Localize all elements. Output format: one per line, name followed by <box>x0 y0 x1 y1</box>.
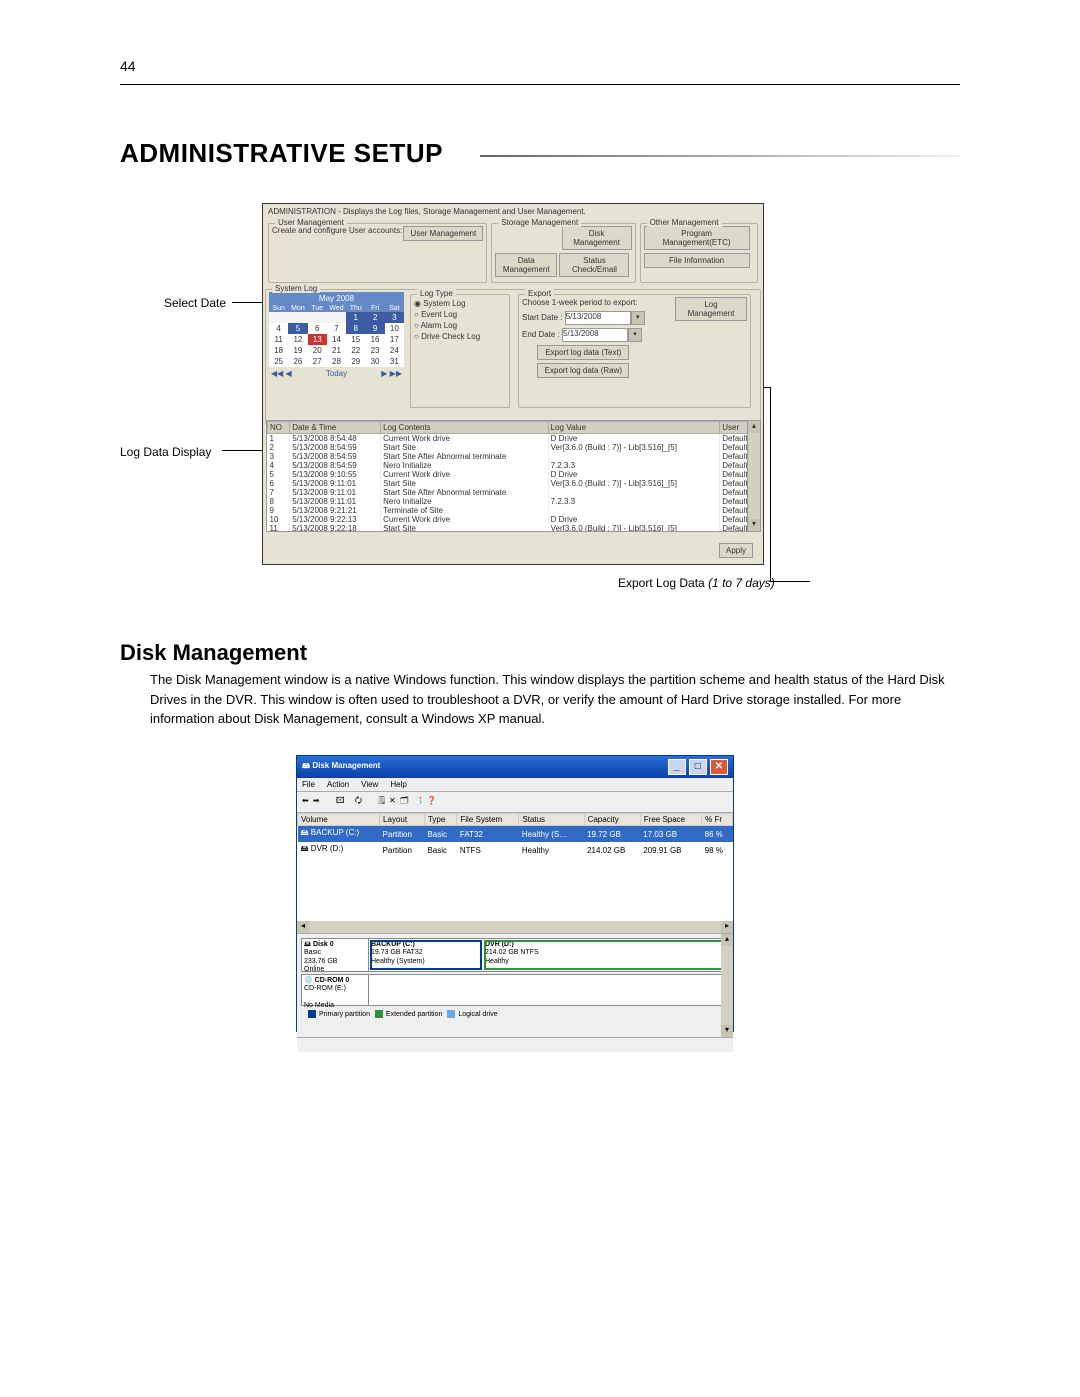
calendar-month: May 2008 <box>269 292 404 305</box>
disk-label: 🖴 Disk 0Basic233.76 GBOnline <box>302 939 369 971</box>
radio-event-log[interactable]: ○ Event Log <box>414 310 506 319</box>
menu-help[interactable]: Help <box>390 780 406 789</box>
log-table: NODate & TimeLog ContentsLog ValueUser15… <box>266 420 761 532</box>
radio-drive-check-log[interactable]: ○ Drive Check Log <box>414 332 506 341</box>
help-icon[interactable]: ❓ <box>427 796 441 805</box>
disk-management-window: 🖴 Disk Management _ □ ✕ File Action View He… <box>296 755 734 1032</box>
minimize-icon[interactable]: _ <box>668 759 686 775</box>
cal-prev-icon[interactable]: ◀◀ ◀ <box>271 369 292 378</box>
menu-view[interactable]: View <box>361 780 378 789</box>
scroll-left-icon[interactable]: ◂ <box>297 921 309 933</box>
scroll-up-icon[interactable]: ▴ <box>721 934 733 946</box>
window-icon: 🖴 <box>302 761 310 770</box>
annotation-log-display: Log Data Display <box>120 445 211 459</box>
scroll-right-icon[interactable]: ▸ <box>721 921 733 933</box>
data-management-button[interactable]: Data Management <box>495 253 557 277</box>
section-heading: ADMINISTRATIVE SETUP <box>120 138 443 169</box>
export-raw-button[interactable]: Export log data (Raw) <box>537 363 629 378</box>
scroll-up-icon[interactable]: ▴ <box>748 421 760 433</box>
cdrom-label: 💿 CD-ROM 0CD-ROM (E:)No Media <box>302 975 369 1005</box>
program-management-button[interactable]: Program Management(ETC) <box>644 226 750 250</box>
scrollbar[interactable]: ▴ ▾ <box>721 934 733 1037</box>
user-mgmt-label: Create and configure User accounts: <box>272 226 402 235</box>
cdrom-empty <box>369 975 728 1005</box>
partition-d[interactable]: DVR (D:)214.02 GB NTFSHealthy <box>483 939 728 971</box>
heading-rule <box>480 155 960 157</box>
admin-panel: ADMINISTRATION - Displays the Log files,… <box>262 203 764 565</box>
scroll-down-icon[interactable]: ▾ <box>721 1025 733 1037</box>
up-icon[interactable]: 🖾 <box>336 796 349 805</box>
annotation-export: Export Log Data (1 to 7 days) <box>618 576 775 590</box>
group-storage-management: Storage Management <box>498 218 581 227</box>
dropdown-icon[interactable]: ▾ <box>631 311 645 325</box>
menu-bar[interactable]: File Action View Help <box>297 778 733 792</box>
body-paragraph: The Disk Management window is a native W… <box>150 670 960 729</box>
log-management-button[interactable]: Log Management <box>675 297 747 321</box>
scroll-down-icon[interactable]: ▾ <box>748 519 760 531</box>
maximize-icon[interactable]: □ <box>689 759 707 775</box>
subsection-heading: Disk Management <box>120 640 307 666</box>
scrollbar-horizontal[interactable]: ◂ ▸ <box>297 921 733 933</box>
partition-c[interactable]: BACKUP (C:)19.73 GB FAT32Healthy (System… <box>369 939 483 971</box>
start-date-label: Start Date : <box>522 313 562 322</box>
refresh-icon[interactable]: 🗘 <box>355 796 366 805</box>
disk-row: 🖴 Disk 0Basic233.76 GBOnline BACKUP (C:)… <box>301 938 729 972</box>
forward-icon[interactable]: ➡ <box>313 796 324 805</box>
page-number: 44 <box>120 58 136 74</box>
tool-icon[interactable]: 📑 <box>413 796 427 805</box>
annotation-line <box>770 387 771 581</box>
status-bar <box>297 1037 733 1052</box>
calendar-footer[interactable]: ◀◀ ◀Today▶ ▶▶ <box>269 367 404 380</box>
header-rule <box>120 84 960 85</box>
legend: Primary partition Extended partition Log… <box>301 1008 729 1020</box>
group-log-type: Log Type <box>417 289 456 298</box>
status-check-button[interactable]: Status Check/Email <box>559 253 629 277</box>
annotation-line <box>770 581 810 582</box>
end-date-label: End Date : <box>522 330 560 339</box>
radio-system-log[interactable]: ◉ System Log <box>414 299 506 308</box>
calendar-grid[interactable]: 1234567891011121314151617181920212223242… <box>269 312 404 367</box>
disk-management-button[interactable]: Disk Management <box>562 226 632 250</box>
group-other-management: Other Management <box>647 218 722 227</box>
annotation-select-date: Select Date <box>164 296 226 310</box>
back-icon[interactable]: ⬅ <box>302 796 313 805</box>
dropdown-icon[interactable]: ▾ <box>628 328 642 342</box>
radio-alarm-log[interactable]: ○ Alarm Log <box>414 321 506 330</box>
user-management-button[interactable]: User Management <box>403 226 483 241</box>
annotation-line <box>222 450 262 451</box>
cdrom-row: 💿 CD-ROM 0CD-ROM (E:)No Media <box>301 974 729 1006</box>
close-icon[interactable]: ✕ <box>710 759 728 775</box>
disk-layout: 🖴 Disk 0Basic233.76 GBOnline BACKUP (C:)… <box>297 933 733 1037</box>
apply-button[interactable]: Apply <box>719 543 753 558</box>
group-export: Export <box>525 289 554 298</box>
group-user-management: User Management <box>275 218 347 227</box>
window-titlebar[interactable]: 🖴 Disk Management _ □ ✕ <box>297 756 733 778</box>
file-information-button[interactable]: File Information <box>644 253 750 268</box>
delete-icon[interactable]: ✕ <box>389 796 400 805</box>
scrollbar[interactable]: ▴ ▾ <box>747 421 760 531</box>
export-choose-label: Choose 1-week period to export: <box>522 298 645 307</box>
menu-file[interactable]: File <box>302 780 315 789</box>
properties-icon[interactable]: 🗒 <box>378 796 389 805</box>
toolbar[interactable]: ⬅➡ 🖾 🗘 🗒✕🗂📑❓ <box>297 792 733 813</box>
start-date-input[interactable]: 5/13/2008 <box>565 311 631 325</box>
calendar-day-headers: SunMonTueWedThuFriSat <box>269 305 404 312</box>
calendar[interactable]: May 2008 SunMonTueWedThuFriSat 123456789… <box>269 292 404 412</box>
menu-action[interactable]: Action <box>327 780 349 789</box>
export-text-button[interactable]: Export log data (Text) <box>537 345 629 360</box>
volume-table: VolumeLayoutTypeFile SystemStatusCapacit… <box>297 813 733 933</box>
admin-header: ADMINISTRATION - Displays the Log files,… <box>263 204 763 219</box>
cal-next-icon[interactable]: ▶ ▶▶ <box>381 369 402 378</box>
group-system-log: System Log <box>272 284 320 293</box>
tool-icon[interactable]: 🗂 <box>400 796 413 805</box>
end-date-input[interactable]: 5/13/2008 <box>562 328 628 342</box>
